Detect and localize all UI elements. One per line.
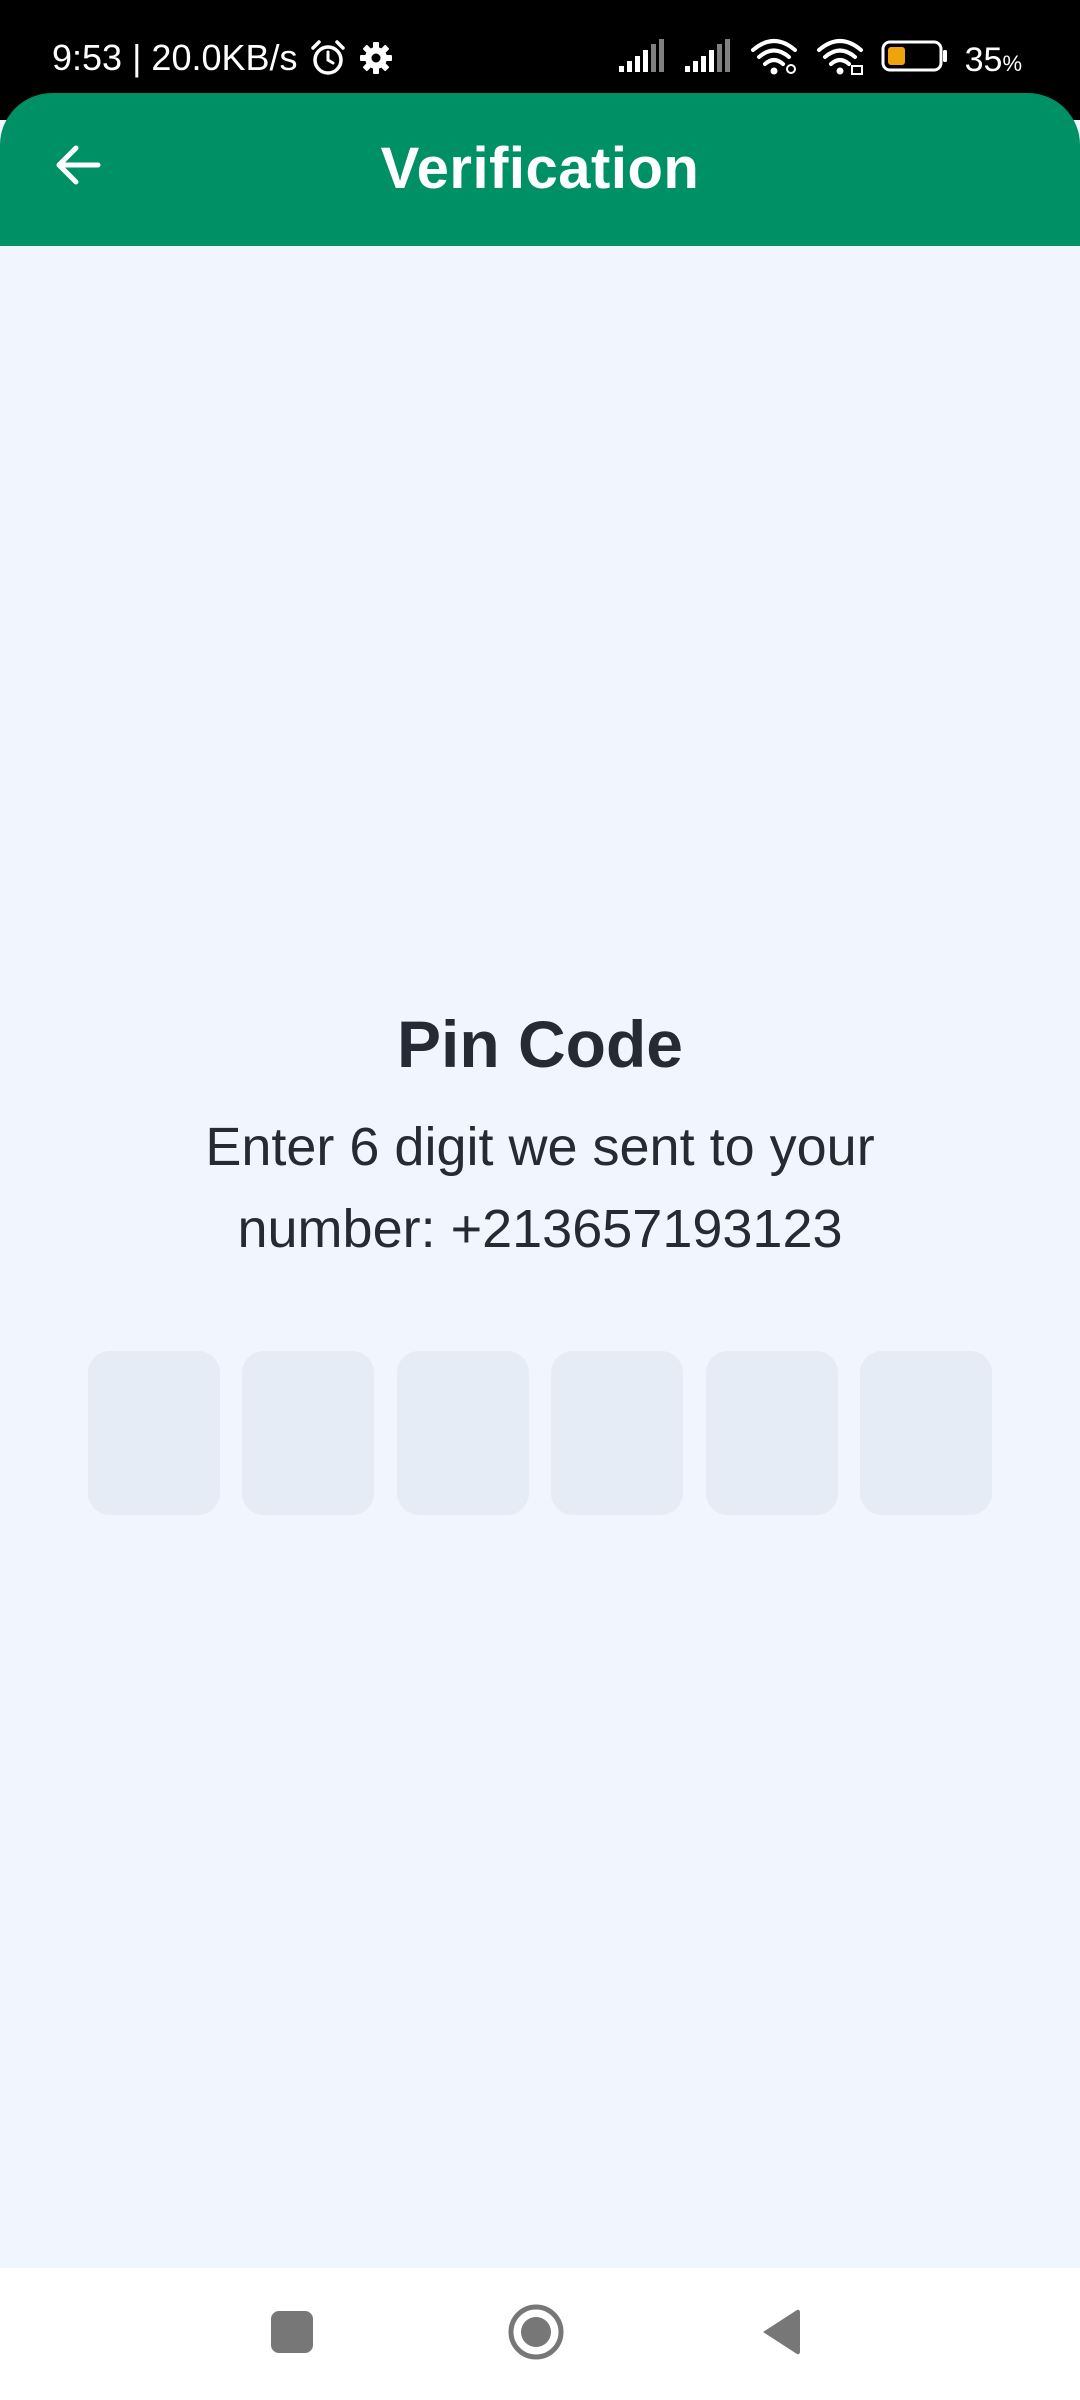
recents-button[interactable] [252,2294,332,2374]
pin-digit-box-5[interactable] [705,1351,838,1515]
signal-icon [683,38,733,83]
wifi-icon [815,36,865,85]
navigation-bar [0,2268,1080,2400]
instructions-line-1: Enter 6 digit we sent to your [205,1117,875,1177]
triangle-back-icon [757,2306,803,2363]
alarm-icon [308,38,348,78]
signal-icon [617,38,667,83]
system-back-button[interactable] [740,2294,820,2374]
status-right: 35% [617,32,1022,88]
pin-code-instructions: Enter 6 digit we sent to your number: +2… [120,1106,960,1270]
pin-digit-box-4[interactable] [551,1351,684,1515]
pin-digit-box-3[interactable] [396,1351,529,1515]
battery-icon [881,38,949,83]
home-button[interactable] [496,2294,576,2374]
page-title: Verification [380,136,700,201]
status-time-speed: 9:53 | 20.0KB/s [52,37,298,78]
pin-digit-box-2[interactable] [242,1351,375,1515]
pin-input-row [88,1351,992,1515]
circle-home-icon [506,2302,566,2367]
wifi-icon [749,36,799,85]
battery-percent-value: 35 [964,40,1003,79]
battery-percent-sign: % [1002,50,1022,76]
pin-digit-box-1[interactable] [88,1351,220,1515]
square-recents-icon [269,2309,315,2360]
pin-digit-box-6[interactable] [859,1351,992,1515]
battery-percent: 35% [965,41,1022,80]
app-header: Verification [0,93,1080,246]
gear-icon [358,40,394,76]
status-left: 9:53 | 20.0KB/s [52,30,394,86]
pin-code-title: Pin Code [396,1007,683,1081]
instructions-line-2: number: +213657193123 [237,1199,843,1259]
